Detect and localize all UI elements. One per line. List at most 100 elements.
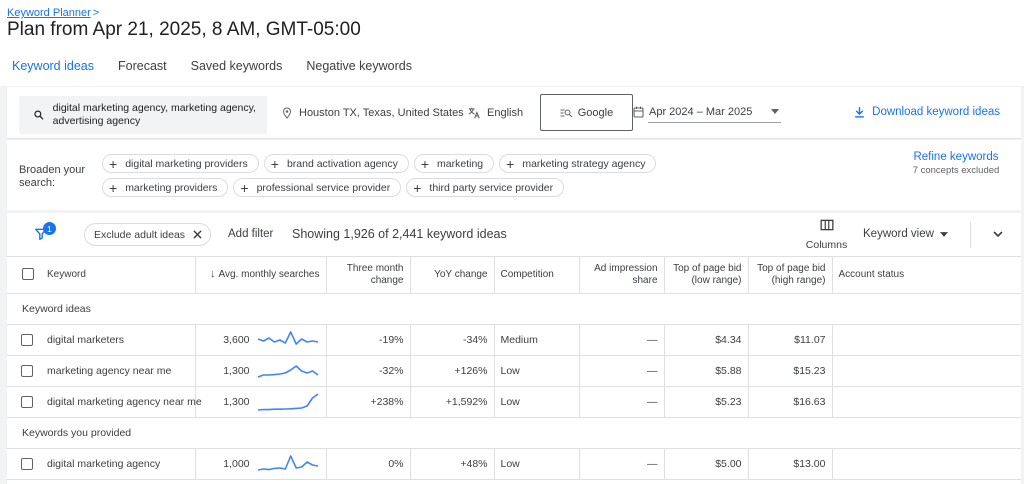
row-checkbox-cell[interactable] <box>7 324 41 356</box>
calendar-icon <box>633 106 644 118</box>
close-icon[interactable] <box>193 230 202 239</box>
date-range-picker[interactable]: Apr 2024 – Mar 2025 <box>633 106 782 123</box>
columns-button[interactable]: Columns <box>804 219 849 251</box>
header-ad-impression-share[interactable]: Ad impression share <box>579 257 665 294</box>
chevron-down-icon[interactable] <box>992 228 1004 240</box>
breadcrumb[interactable]: Keyword Planner > <box>7 7 99 19</box>
broaden-search-label: Broaden your search: <box>19 164 86 189</box>
filter-count-badge: 1 <box>43 222 56 235</box>
chip-label: digital marketing providers <box>125 157 248 170</box>
header-three-month-change[interactable]: Three month change <box>326 257 411 294</box>
row-checkbox[interactable] <box>21 395 33 408</box>
broaden-chip[interactable]: + third party service provider <box>406 178 565 197</box>
header-label: Three month <box>346 262 404 274</box>
row-checkbox-cell[interactable] <box>7 386 41 418</box>
header-bid-low[interactable]: Top of page bid (low range) <box>664 257 749 294</box>
yoy-change-cell: +48% <box>410 448 495 480</box>
row-checkbox[interactable] <box>21 457 33 470</box>
header-label: Top of page bid <box>757 262 826 274</box>
date-range-label: Apr 2024 – Mar 2025 <box>649 106 753 118</box>
avg-searches-cell: 3,600 <box>195 324 327 356</box>
download-keyword-ideas-button[interactable]: Download keyword ideas <box>853 105 1000 119</box>
three-month-change-cell: -32% <box>326 355 411 387</box>
broaden-chip[interactable]: + marketing <box>413 154 495 173</box>
competition-cell: Low <box>494 355 580 387</box>
keyword-view-label: Keyword view <box>863 228 934 240</box>
account-status-cell <box>832 386 1021 418</box>
account-status-cell <box>832 324 1021 356</box>
broaden-chip[interactable]: + brand activation agency <box>263 154 409 173</box>
avg-searches-value: 1,000 <box>223 457 250 470</box>
chip-label: professional service provider <box>256 181 391 194</box>
header-avg-monthly-searches[interactable]: ↓ Avg. monthly searches <box>195 257 327 294</box>
add-filter-button[interactable]: Add filter <box>228 228 273 240</box>
table-row[interactable]: digital marketers 3,600 -19% -34% Medium… <box>7 324 1021 356</box>
location-filter[interactable]: Houston TX, Texas, United States <box>281 106 464 120</box>
table-row[interactable]: marketing agency near me 1,300 -32% +126… <box>7 355 1021 387</box>
page-title: Plan from Apr 21, 2025, 8 AM, GMT-05:00 <box>7 19 361 40</box>
ad-impression-share-cell: — <box>579 324 665 356</box>
trend-sparkline <box>257 364 318 378</box>
three-month-change-cell: -19% <box>326 324 411 356</box>
ad-impression-share-cell: — <box>579 448 665 480</box>
sparkline-line <box>257 364 318 378</box>
sparkline-line <box>257 392 318 411</box>
bid-high-cell: $11.07 <box>748 324 833 356</box>
broaden-chip[interactable]: + marketing strategy agency <box>499 154 657 173</box>
table-row[interactable]: digital marketing agency near me 1,300 +… <box>7 386 1021 418</box>
sparkline-line <box>257 454 318 471</box>
header-label: (low range) <box>691 274 742 286</box>
network-filter[interactable]: Google <box>540 94 633 131</box>
keyword-table-panel: 1 Exclude adult ideas Add filter Showing… <box>7 213 1021 484</box>
account-status-cell <box>832 355 1021 387</box>
header-competition[interactable]: Competition <box>494 257 580 294</box>
broaden-chip[interactable]: + professional service provider <box>233 178 402 197</box>
header-label: Ad impression <box>594 262 658 274</box>
yoy-change-cell: +126% <box>410 355 495 387</box>
avg-searches-cell: 1,300 <box>195 355 327 387</box>
plus-icon: + <box>270 155 279 172</box>
competition-cell: Low <box>494 448 580 480</box>
dropdown-arrow-icon <box>939 231 948 237</box>
three-month-change-cell: 0% <box>326 448 411 480</box>
row-checkbox[interactable] <box>21 333 33 346</box>
columns-label: Columns <box>805 239 848 251</box>
ad-impression-share-cell: — <box>579 355 665 387</box>
refine-keywords-link[interactable]: Refine keywords <box>910 150 1002 164</box>
breadcrumb-link[interactable]: Keyword Planner <box>7 7 91 19</box>
table-header-row: Keyword ↓ Avg. monthly searches Three mo… <box>7 257 1021 294</box>
row-checkbox-cell[interactable] <box>7 448 41 480</box>
broaden-chip[interactable]: + marketing providers <box>102 178 229 197</box>
header-label: (high range) <box>771 274 826 286</box>
bid-high-cell: $13.00 <box>748 448 833 480</box>
bid-low-cell: $4.34 <box>664 324 749 356</box>
header-keyword[interactable]: Keyword <box>41 257 196 294</box>
chip-label: marketing <box>437 157 484 170</box>
trend-sparkline <box>257 330 318 345</box>
plus-icon: + <box>109 155 118 172</box>
avg-searches-value: 1,300 <box>223 395 250 408</box>
keyword-view-dropdown[interactable]: Keyword view <box>863 228 948 240</box>
header-account-status[interactable]: Account status <box>832 257 1021 294</box>
chip-label: marketing strategy agency <box>522 157 646 170</box>
keyword-cell: digital marketing agency <box>41 448 196 480</box>
exclude-adult-ideas-chip[interactable]: Exclude adult ideas <box>84 223 212 246</box>
row-checkbox[interactable] <box>21 364 33 377</box>
bid-low-cell: $5.00 <box>664 448 749 480</box>
select-all-checkbox-cell[interactable] <box>7 257 41 294</box>
header-bid-high[interactable]: Top of page bid (high range) <box>748 257 833 294</box>
header-yoy-change[interactable]: YoY change <box>410 257 495 294</box>
table-row[interactable]: digital marketing agency 1,000 0% +48% L… <box>7 448 1021 480</box>
chip-label: third party service provider <box>429 181 554 194</box>
avg-searches-value: 3,600 <box>223 333 250 346</box>
competition-cell: Low <box>494 386 580 418</box>
select-all-checkbox[interactable] <box>22 268 34 281</box>
broaden-chip[interactable]: + digital marketing providers <box>102 154 259 173</box>
search-terms-text: digital marketing agency, marketing agen… <box>52 102 256 127</box>
keyword-search-input[interactable]: digital marketing agency, marketing agen… <box>19 96 267 134</box>
refine-keywords: Refine keywords 7 concepts excluded <box>910 150 1002 177</box>
row-checkbox-cell[interactable] <box>7 355 41 387</box>
account-status-cell <box>832 448 1021 480</box>
language-filter[interactable]: English <box>467 106 523 120</box>
header-label: change <box>370 274 404 286</box>
